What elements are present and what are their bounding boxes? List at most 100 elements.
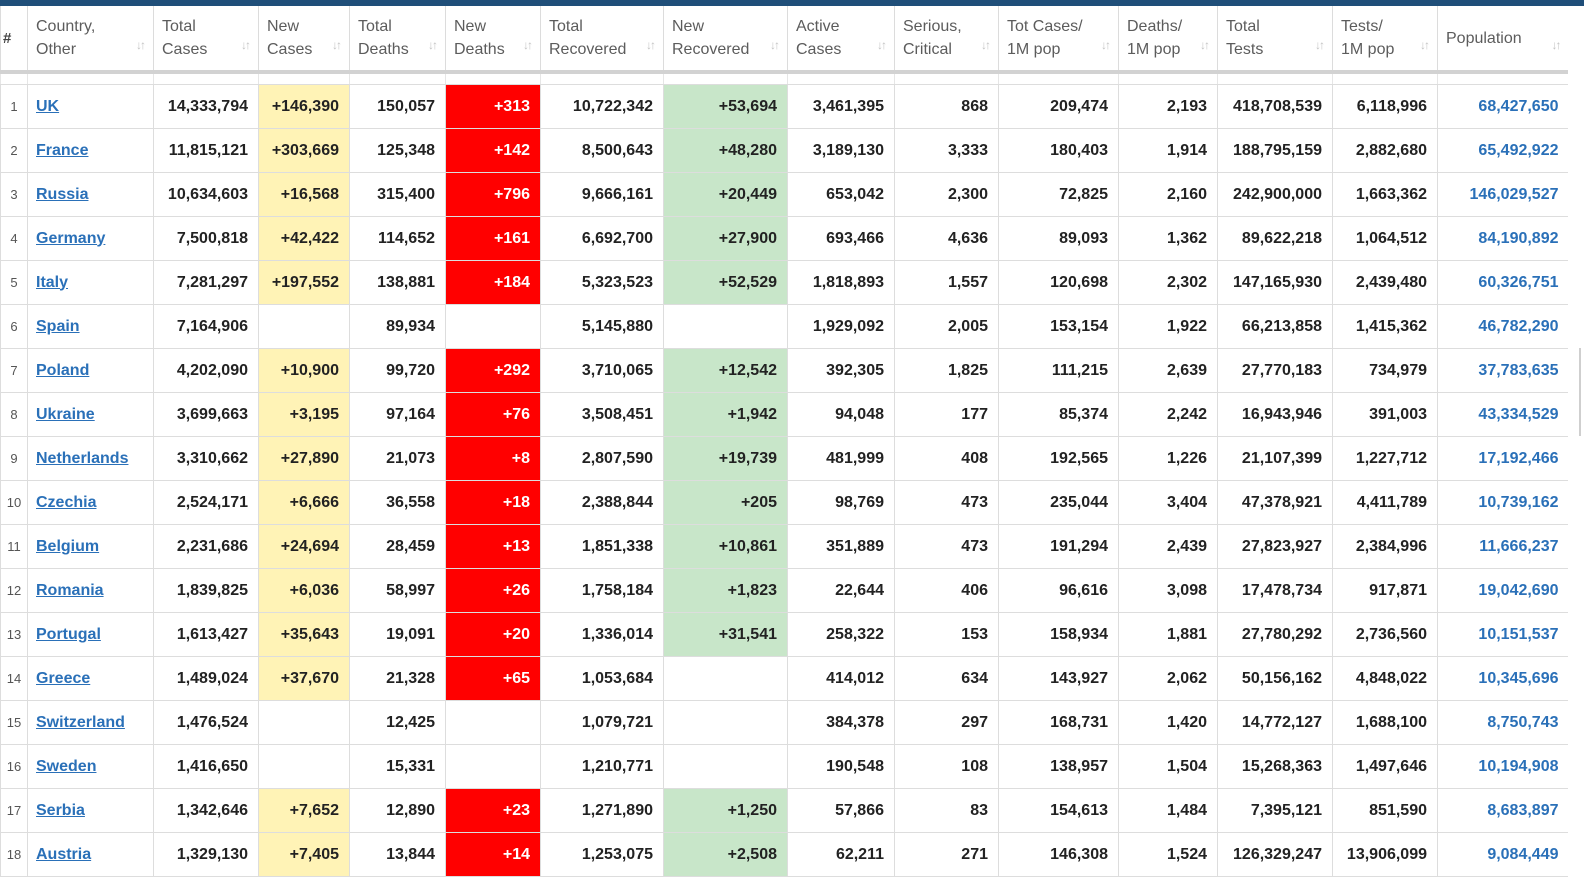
country-link[interactable]: Serbia — [36, 802, 85, 819]
country-link[interactable]: Greece — [36, 670, 90, 687]
sort-arrows-icon[interactable]: ↓↑ — [1315, 34, 1325, 57]
country-link[interactable]: Ukraine — [36, 406, 95, 423]
cell-country: Serbia — [27, 788, 154, 833]
cell-total-deaths: 36,558 — [349, 480, 446, 525]
sort-arrows-icon[interactable]: ↓↑ — [770, 34, 780, 57]
cell-deaths-1m: 3,404 — [1118, 480, 1218, 525]
covid-stats-table: # Country, Other ↓↑ Total Cases ↓↑ New Cases ↓… — [0, 6, 1569, 877]
column-header-label: Serious, Critical — [903, 18, 962, 58]
cell-serious-critical: 271 — [894, 832, 999, 877]
cell-total-deaths: 13,844 — [349, 832, 446, 877]
sort-arrows-icon[interactable]: ↓↑ — [241, 34, 251, 57]
country-link[interactable]: Italy — [36, 274, 68, 291]
cell-active-cases: 57,866 — [787, 788, 895, 833]
sort-arrows-icon[interactable]: ↓↑ — [646, 34, 656, 57]
country-link[interactable]: Netherlands — [36, 450, 128, 467]
cell-country: Austria — [27, 832, 154, 877]
cell-new-deaths: +8 — [445, 436, 541, 481]
cell-tests-1m: 1,497,646 — [1332, 744, 1438, 789]
cell-new-recovered: +48,280 — [663, 128, 788, 173]
column-header-label: Total Recovered — [549, 18, 627, 58]
sort-arrows-icon[interactable]: ↓↑ — [1101, 34, 1111, 57]
column-header-total-recovered[interactable]: Total Recovered ↓↑ — [540, 6, 664, 72]
country-link[interactable]: France — [36, 142, 88, 159]
scrollbar-thumb[interactable] — [1579, 348, 1581, 436]
cell-total-tests: 418,708,539 — [1217, 84, 1333, 129]
cell-population: 68,427,650 — [1437, 84, 1569, 129]
column-header-total-deaths[interactable]: Total Deaths ↓↑ — [349, 6, 446, 72]
country-link[interactable]: Austria — [36, 846, 91, 863]
column-header-country[interactable]: Country, Other ↓↑ — [27, 6, 154, 72]
cell-country: Sweden — [27, 744, 154, 789]
column-header-active-cases[interactable]: Active Cases ↓↑ — [787, 6, 895, 72]
column-header-total-cases[interactable]: Total Cases ↓↑ — [153, 6, 259, 72]
cell-serious-critical: 473 — [894, 524, 999, 569]
cell-total-recovered: 2,807,590 — [540, 436, 664, 481]
cell-new-cases: +6,036 — [258, 568, 350, 613]
cell-new-recovered: +53,694 — [663, 84, 788, 129]
column-header-tests-1m[interactable]: Tests/ 1M pop ↓↑ — [1332, 6, 1438, 72]
cell-new-deaths: +292 — [445, 348, 541, 393]
vertical-scrollbar[interactable] — [1568, 6, 1584, 877]
sort-arrows-icon[interactable]: ↓↑ — [136, 34, 146, 57]
column-header-new-deaths[interactable]: New Deaths ↓↑ — [445, 6, 541, 72]
country-link[interactable]: UK — [36, 98, 59, 115]
country-link[interactable]: Poland — [36, 362, 89, 379]
sort-arrows-icon[interactable]: ↓↑ — [877, 34, 887, 57]
country-link[interactable]: Czechia — [36, 494, 96, 511]
sort-arrows-icon[interactable]: ↓↑ — [523, 34, 533, 57]
column-header-tot-cases-1m[interactable]: Tot Cases/ 1M pop ↓↑ — [998, 6, 1119, 72]
table-row: 3 Russia 10,634,603 +16,568 315,400 +796 9,666… — [0, 172, 1569, 217]
cell-serious-critical: 1,557 — [894, 260, 999, 305]
cell-total-recovered: 6,692,700 — [540, 216, 664, 261]
sort-arrows-icon[interactable]: ↓↑ — [981, 34, 991, 57]
cell-active-cases: 258,322 — [787, 612, 895, 657]
cell-total-cases: 10,634,603 — [153, 172, 259, 217]
cell-total-recovered: 2,388,844 — [540, 480, 664, 525]
cell-serious-critical: 3,333 — [894, 128, 999, 173]
country-link[interactable]: Switzerland — [36, 714, 125, 731]
cell-rank: 3 — [0, 172, 28, 217]
cell-active-cases: 3,461,395 — [787, 84, 895, 129]
cell-total-tests: 188,795,159 — [1217, 128, 1333, 173]
cell-new-recovered — [663, 700, 788, 745]
cell-new-deaths: +26 — [445, 568, 541, 613]
table-row: 16 Sweden 1,416,650 15,331 1,210,771 190,548 1… — [0, 744, 1569, 789]
cell-new-deaths: +18 — [445, 480, 541, 525]
cell-country: Belgium — [27, 524, 154, 569]
sort-arrows-icon[interactable]: ↓↑ — [428, 34, 438, 57]
column-header-new-cases[interactable]: New Cases ↓↑ — [258, 6, 350, 72]
country-link[interactable]: Romania — [36, 582, 104, 599]
cell-population: 37,783,635 — [1437, 348, 1569, 393]
cell-rank: 14 — [0, 656, 28, 701]
column-header-new-recovered[interactable]: New Recovered ↓↑ — [663, 6, 788, 72]
country-link[interactable]: Sweden — [36, 758, 96, 775]
cell-total-cases: 2,231,686 — [153, 524, 259, 569]
cell-total-cases: 4,202,090 — [153, 348, 259, 393]
cell-active-cases: 62,211 — [787, 832, 895, 877]
country-link[interactable]: Russia — [36, 186, 88, 203]
column-header-total-tests[interactable]: Total Tests ↓↑ — [1217, 6, 1333, 72]
country-link[interactable]: Spain — [36, 318, 80, 335]
sort-arrows-icon[interactable]: ↓↑ — [1552, 34, 1562, 57]
sort-arrows-icon[interactable]: ↓↑ — [1200, 34, 1210, 57]
cell-deaths-1m: 2,639 — [1118, 348, 1218, 393]
sort-arrows-icon[interactable]: ↓↑ — [1420, 34, 1430, 57]
cell-country: France — [27, 128, 154, 173]
table-header-row: # Country, Other ↓↑ Total Cases ↓↑ New Cases ↓… — [0, 6, 1569, 72]
cell-country: Greece — [27, 656, 154, 701]
cell-active-cases: 693,466 — [787, 216, 895, 261]
column-header-population[interactable]: Population ↓↑ — [1437, 6, 1569, 72]
column-header-label: Total Deaths — [358, 18, 409, 58]
column-header-label: Tot Cases/ 1M pop — [1007, 18, 1083, 58]
table-row: 10 Czechia 2,524,171 +6,666 36,558 +18 2,388,8… — [0, 480, 1569, 525]
cell-total-recovered: 1,336,014 — [540, 612, 664, 657]
country-link[interactable]: Germany — [36, 230, 105, 247]
cell-tot-cases-1m: 168,731 — [998, 700, 1119, 745]
country-link[interactable]: Belgium — [36, 538, 99, 555]
country-link[interactable]: Portugal — [36, 626, 101, 643]
column-header-serious-critical[interactable]: Serious, Critical ↓↑ — [894, 6, 999, 72]
cell-total-cases: 7,281,297 — [153, 260, 259, 305]
sort-arrows-icon[interactable]: ↓↑ — [332, 34, 342, 57]
column-header-deaths-1m[interactable]: Deaths/ 1M pop ↓↑ — [1118, 6, 1218, 72]
